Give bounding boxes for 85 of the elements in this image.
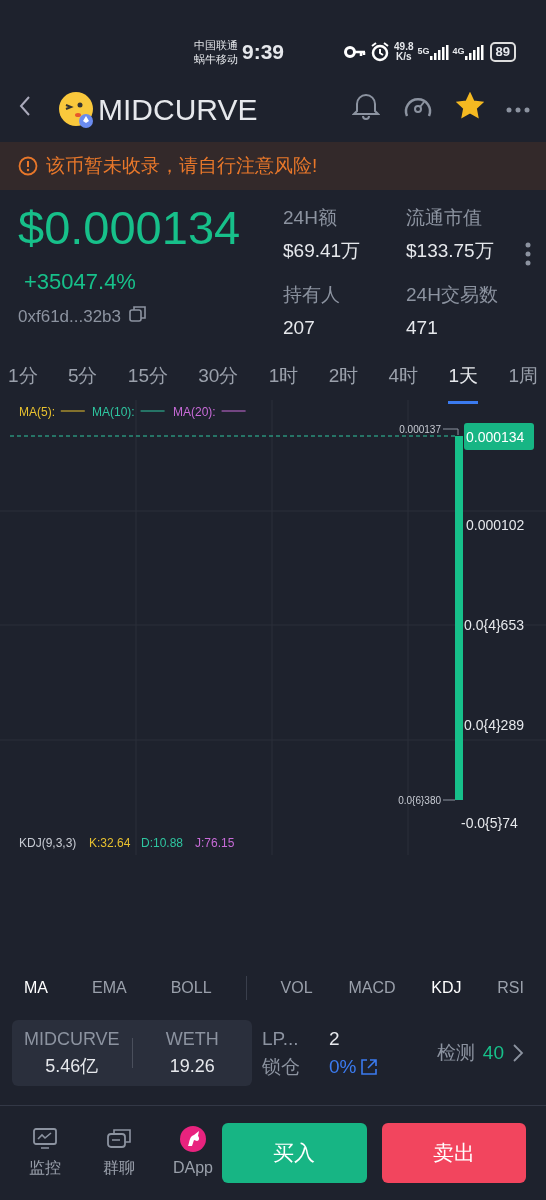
indicator-tab[interactable]: EMA	[92, 976, 127, 1000]
dapp-logo-icon	[180, 1126, 206, 1152]
bottom-nav-item[interactable]: DApp	[164, 1126, 222, 1180]
low-price-label: 0.0{6}380	[398, 795, 441, 806]
price-axis-label: 0.000102	[466, 517, 525, 533]
bottom-nav-item[interactable]: 监控	[16, 1126, 74, 1180]
copy-icon	[129, 304, 147, 322]
stat-value: $133.75万	[406, 238, 495, 263]
timeframe-tab[interactable]: 1天	[448, 356, 479, 404]
timeframe-tab[interactable]: 1分	[8, 356, 38, 401]
price-change: +35047.4%	[24, 268, 137, 296]
kdj-value: D:10.88	[141, 836, 184, 850]
kdj-title: KDJ(9,3,3)	[19, 836, 77, 850]
network-speed: 49.8	[394, 42, 414, 52]
lock-label: 锁仓	[262, 1055, 301, 1079]
warning-icon	[18, 156, 38, 176]
current-price-text: 0.000134	[466, 429, 525, 445]
network-speed: K/s	[395, 52, 413, 62]
price-axis-label: -0.0{5}74	[461, 815, 518, 831]
token-amount: 5.46亿	[45, 1055, 99, 1078]
carrier-name: 蜗牛移动	[194, 52, 238, 67]
carrier-name: 中国联通	[194, 37, 238, 52]
chevron-right-icon	[512, 1043, 524, 1063]
kdj-value: K:32.64	[89, 836, 131, 850]
token-amount: 19.26	[169, 1055, 215, 1078]
high-price-label: 0.000137	[399, 424, 441, 435]
timeframe-tab[interactable]: 5分	[67, 356, 98, 401]
back-icon	[18, 94, 32, 117]
timeframe-tab[interactable]: 1周	[508, 356, 538, 401]
lp-label: LP...	[262, 1026, 300, 1051]
stat-value: 207	[283, 315, 316, 340]
token-symbol: WETH	[165, 1028, 219, 1051]
contract-address: 0xf61d...32b3	[18, 306, 122, 328]
network-type: 4G	[452, 44, 465, 58]
external-link-icon	[360, 1058, 379, 1077]
timeframe-tab[interactable]: 1时	[268, 356, 299, 401]
lp-value: 2	[329, 1026, 341, 1051]
price-axis-label: 0.0{4}289	[464, 717, 524, 733]
more-icon	[506, 106, 530, 114]
timeframe-tab[interactable]: 30分	[198, 356, 239, 401]
current-price-tag	[464, 423, 534, 450]
timeframe-tab[interactable]: 2时	[328, 356, 359, 401]
indicator-tab[interactable]: MA	[24, 976, 48, 1000]
lock-link[interactable]: 0%	[329, 1053, 399, 1082]
clock: 9:39	[242, 39, 285, 66]
token-name: MIDCURVE	[98, 91, 258, 128]
stat-label: 持有人	[283, 283, 341, 307]
key-icon	[344, 45, 367, 59]
leader-line	[442, 799, 456, 801]
token-logo-icon	[58, 90, 94, 128]
leader-line	[442, 428, 459, 436]
vertical-dots-icon	[524, 241, 532, 266]
price-axis-label: 0.0{4}653	[464, 617, 524, 633]
legend-label: MA(5):	[19, 405, 55, 419]
battery-level: 89	[489, 42, 516, 62]
stat-value: $69.41万	[283, 238, 362, 263]
token-symbol: MIDCURVE	[23, 1028, 120, 1051]
bell-icon	[352, 91, 380, 120]
bottom-nav-item[interactable]: 群聊	[90, 1126, 148, 1180]
warning-text: 该币暂未收录，请自行注意风险!	[46, 153, 318, 178]
signal-icon	[464, 44, 484, 60]
kdj-value: J:76.15	[195, 836, 235, 850]
legend-line	[60, 410, 86, 412]
sell-button[interactable]: 卖出	[381, 1123, 526, 1183]
indicator-tab[interactable]: KDJ	[431, 976, 462, 1000]
stat-label: 流通市值	[406, 206, 483, 230]
indicator-tab[interactable]: MACD	[348, 976, 396, 1000]
legend-label: MA(20):	[173, 405, 216, 419]
timeframe-tab[interactable]: 4时	[388, 356, 419, 401]
indicator-tab[interactable]: BOLL	[170, 976, 212, 1000]
indicator-tab[interactable]: RSI	[497, 976, 524, 1000]
stat-value: 471	[406, 315, 439, 340]
stat-label: 24H交易数	[406, 283, 499, 307]
timeframe-tab[interactable]: 15分	[127, 356, 168, 401]
legend-line	[221, 410, 247, 412]
stat-label: 24H额	[283, 206, 338, 230]
check-button[interactable]: 检测 40	[436, 1038, 524, 1068]
network-type: 5G	[417, 44, 430, 58]
legend-label: MA(10):	[92, 405, 135, 419]
indicator-tab[interactable]: VOL	[280, 976, 313, 1000]
monitor-icon	[32, 1126, 58, 1152]
legend-line	[140, 410, 166, 412]
signal-icon	[429, 44, 449, 60]
alarm-icon	[370, 42, 391, 62]
price-value: $0.000134	[18, 204, 242, 251]
